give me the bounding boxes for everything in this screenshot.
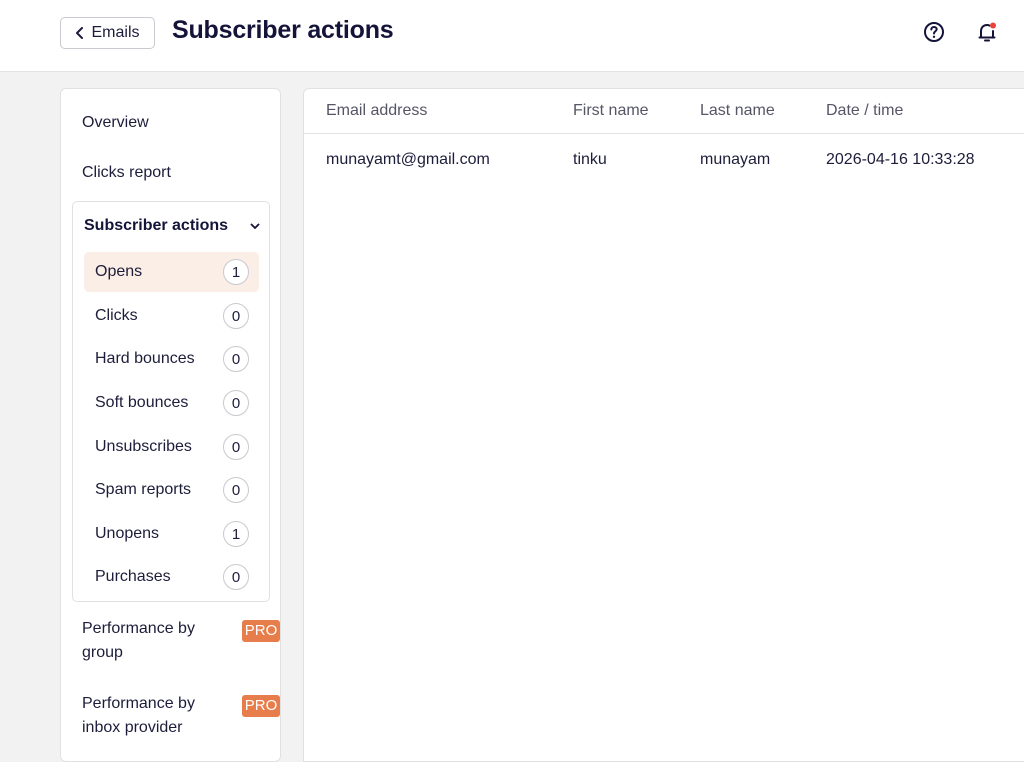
count-badge: 1 xyxy=(223,521,249,547)
chevron-left-icon xyxy=(76,27,84,39)
sidebar-item-hard-bounces[interactable]: Hard bounces 0 xyxy=(84,339,259,379)
back-to-emails-button[interactable]: Emails xyxy=(60,17,155,49)
sidebar-item-unsubscribes[interactable]: Unsubscribes 0 xyxy=(84,427,259,467)
count-badge: 0 xyxy=(223,390,249,416)
item-label: Soft bounces xyxy=(95,394,189,411)
sidebar-item-performance-by-inbox-provider[interactable]: Performance by inbox provider PRO xyxy=(82,692,280,740)
sidebar-item-performance-by-group[interactable]: Performance by group PRO xyxy=(82,617,280,665)
chevron-down-icon xyxy=(250,223,260,229)
page-title: Subscriber actions xyxy=(172,16,394,44)
sidebar-item-soft-bounces[interactable]: Soft bounces 0 xyxy=(84,383,259,423)
item-label: Clicks xyxy=(95,307,138,324)
item-label: Opens xyxy=(95,263,143,280)
subscriber-actions-group: Subscriber actions Opens 1 Clicks 0 Hard… xyxy=(72,201,270,602)
cell-first-name: tinku xyxy=(573,151,607,168)
notifications-bell-icon[interactable] xyxy=(975,20,999,44)
count-badge: 1 xyxy=(223,259,249,285)
help-icon[interactable] xyxy=(922,20,946,44)
column-header-email[interactable]: Email address xyxy=(326,102,427,120)
sidebar-item-purchases[interactable]: Purchases 0 xyxy=(84,557,259,597)
notification-dot xyxy=(990,22,996,29)
pro-badge: PRO xyxy=(242,620,280,642)
subscriber-actions-toggle[interactable]: Subscriber actions xyxy=(84,217,260,235)
item-label: Purchases xyxy=(95,568,171,585)
column-header-date-time[interactable]: Date / time xyxy=(826,102,903,120)
sidebar-item-unopens[interactable]: Unopens 1 xyxy=(84,514,259,554)
cell-date-time: 2026-04-16 10:33:28 xyxy=(826,151,975,168)
item-label: Hard bounces xyxy=(95,350,195,367)
subscriber-table: Email address First name Last name Date … xyxy=(303,88,1024,762)
sidebar-item-overview[interactable]: Overview xyxy=(82,114,149,132)
item-label: Performance by group xyxy=(82,620,195,661)
top-bar: Emails Subscriber actions xyxy=(0,0,1024,72)
item-label: Unsubscribes xyxy=(95,438,192,455)
item-label: Performance by inbox provider xyxy=(82,695,195,736)
count-badge: 0 xyxy=(223,434,249,460)
sidebar-item-spam-reports[interactable]: Spam reports 0 xyxy=(84,470,259,510)
count-badge: 0 xyxy=(223,477,249,503)
count-badge: 0 xyxy=(223,346,249,372)
count-badge: 0 xyxy=(223,303,249,329)
column-header-first-name[interactable]: First name xyxy=(573,102,649,120)
cell-email: munayamt@gmail.com xyxy=(326,151,490,168)
report-sidebar: Overview Clicks report Subscriber action… xyxy=(60,88,281,762)
group-title: Subscriber actions xyxy=(84,217,229,234)
count-badge: 0 xyxy=(223,564,249,590)
sidebar-item-opens[interactable]: Opens 1 xyxy=(84,252,259,292)
item-label: Spam reports xyxy=(95,481,192,498)
back-button-label: Emails xyxy=(91,24,140,41)
cell-last-name: munayam xyxy=(700,151,771,168)
table-header: Email address First name Last name Date … xyxy=(304,89,1024,134)
sidebar-item-clicks-report[interactable]: Clicks report xyxy=(82,164,171,182)
pro-badge: PRO xyxy=(242,695,280,717)
sidebar-item-clicks[interactable]: Clicks 0 xyxy=(84,296,259,336)
column-header-last-name[interactable]: Last name xyxy=(700,102,775,120)
item-label: Unopens xyxy=(95,525,160,542)
